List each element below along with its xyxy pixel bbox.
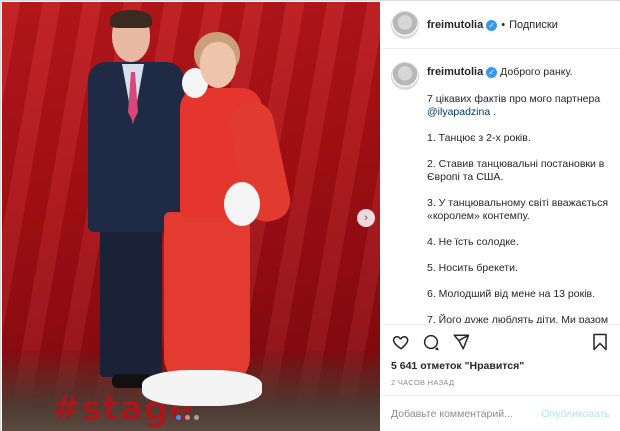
post-sidebar: freimutolia ✓ • Подписки freimutolia ✓ До… (381, 2, 620, 431)
woman-fur-cuff (224, 182, 260, 226)
man-legs (100, 227, 162, 377)
comment-bar: Опубликовать (381, 395, 620, 431)
post-header: freimutolia ✓ • Подписки (381, 2, 620, 49)
instagram-post: #stage › freimutolia ✓ • Подписки freimu… (0, 0, 620, 431)
post-timestamp[interactable]: 2 ЧАСОВ НАЗАД (391, 378, 454, 387)
caption-lead-text: 7 цікавих фактів про мого партнера (427, 93, 601, 105)
fact-item: 3. У танцювальному світі вважається «кор… (427, 197, 609, 222)
carousel-dot[interactable] (194, 415, 199, 420)
fact-item: 4. Не їсть солодке. (427, 236, 519, 248)
fact-item: 6. Молодший від мене на 13 років. (427, 288, 596, 300)
fact-item: 5. Носить брекети. (427, 262, 518, 274)
header-separator: • (501, 19, 506, 31)
avatar[interactable] (391, 11, 419, 39)
fact-item: 7. Його дуже люблять діти. Ми разом (427, 314, 609, 323)
caption-first-line: freimutolia ✓ Доброго ранку. (427, 66, 610, 79)
likes-count[interactable]: 5 641 отметок "Нравится" (391, 360, 524, 372)
fact-item: 2. Ставив танцювальні постановки в Європ… (427, 158, 605, 183)
caption-area: freimutolia ✓ Доброго ранку. 7 цікавих фа… (381, 50, 620, 323)
carousel-dots (176, 415, 199, 420)
mention-suffix: . (490, 106, 497, 118)
caption-username[interactable]: freimutolia (427, 66, 483, 78)
heart-icon (392, 335, 409, 350)
carousel-dot[interactable] (185, 415, 190, 420)
caption-row: freimutolia ✓ Доброго ранку. 7 цікавих фа… (391, 62, 610, 323)
comment-icon (423, 334, 439, 350)
action-bar (381, 324, 620, 358)
woman-head (200, 42, 236, 88)
publish-button[interactable]: Опубликовать (541, 408, 610, 420)
following-button[interactable]: Подписки (509, 19, 558, 31)
verified-badge-icon: ✓ (486, 19, 498, 31)
caption-body: freimutolia ✓ Доброго ранку. 7 цікавих фа… (427, 66, 610, 323)
mention-link[interactable]: @ilyapadzina (427, 106, 490, 118)
man-hair (110, 10, 152, 28)
fact-item: 1. Танцює з 2-х років. (427, 132, 531, 144)
caption-facts: 7 цікавих фактів про мого партнера @ilya… (427, 93, 610, 323)
comment-input[interactable] (391, 407, 542, 420)
header-username[interactable]: freimutolia (427, 19, 483, 31)
share-icon (453, 334, 470, 349)
share-button[interactable] (451, 332, 471, 352)
woman-fur-hem (142, 370, 262, 406)
woman-pants (164, 212, 250, 387)
caption-intro: Доброго ранку. (500, 66, 573, 78)
caption-lead: 7 цікавих фактів про мого партнера @ilya… (427, 93, 610, 119)
carousel-dot[interactable] (176, 415, 181, 420)
like-button[interactable] (391, 332, 411, 352)
bookmark-icon (593, 333, 607, 350)
caption-avatar[interactable] (391, 62, 419, 90)
comment-button[interactable] (421, 332, 441, 352)
save-button[interactable] (590, 332, 610, 352)
carousel-next-button[interactable]: › (357, 209, 375, 227)
post-photo[interactable]: #stage › (2, 2, 380, 431)
verified-badge-icon: ✓ (486, 66, 498, 78)
